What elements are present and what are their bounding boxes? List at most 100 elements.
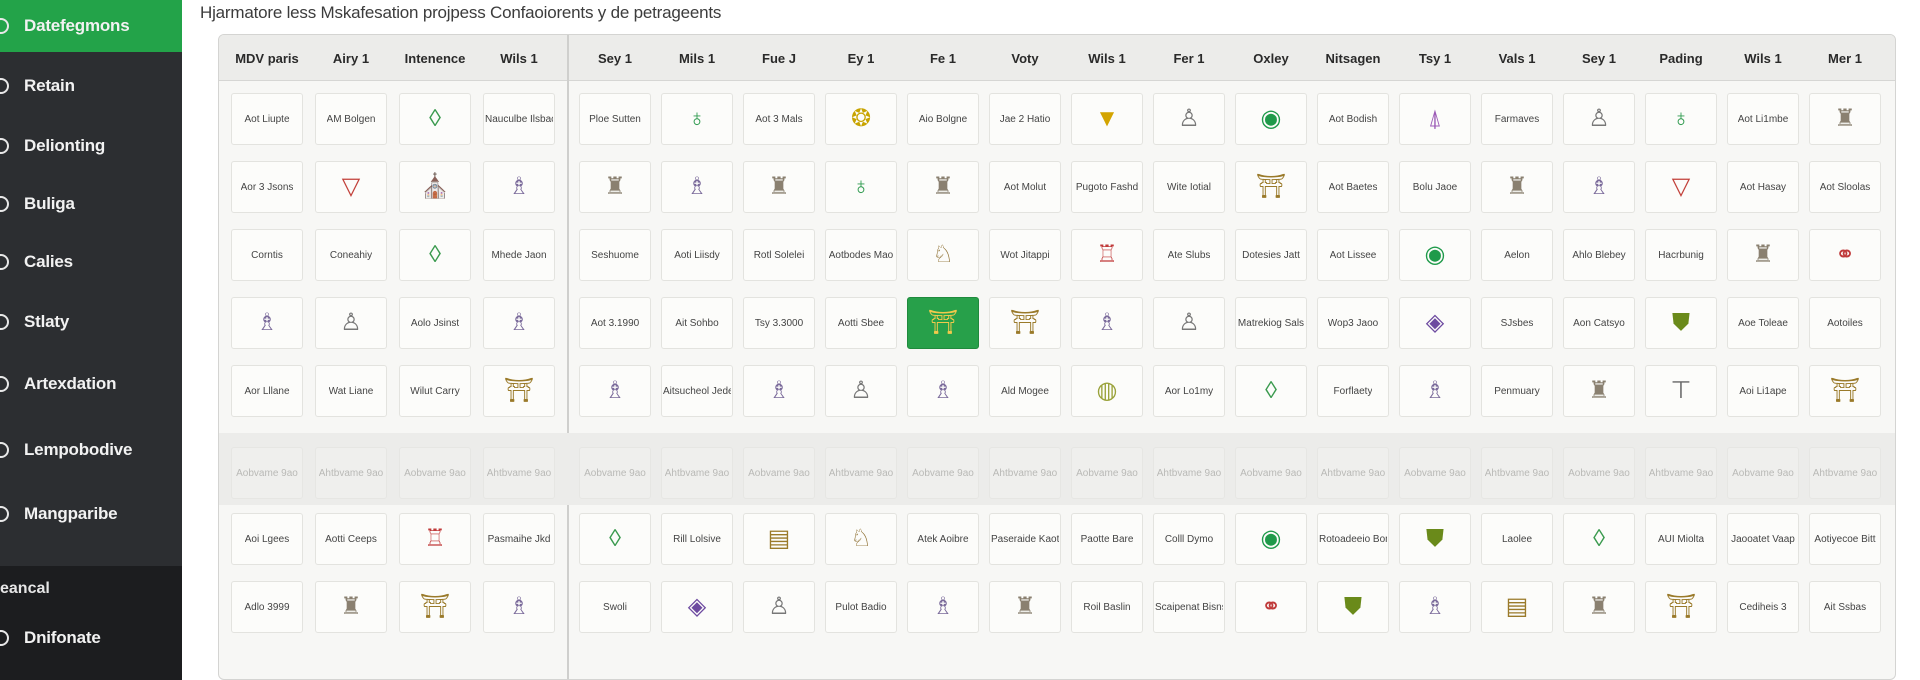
grid-cell[interactable]: Aotiyecoe Bitt xyxy=(1809,513,1881,565)
grid-cell[interactable]: ♗ xyxy=(1399,365,1471,417)
grid-cell[interactable]: ◉ xyxy=(1235,93,1307,145)
grid-cell[interactable]: ♗ xyxy=(579,365,651,417)
grid-cell[interactable]: Aot Sloolas xyxy=(1809,161,1881,213)
grid-cell[interactable]: Aobvame 9ao xyxy=(1071,447,1143,499)
column-header[interactable]: MDV paris xyxy=(225,35,309,81)
grid-cell[interactable]: Swoli xyxy=(579,581,651,633)
grid-cell[interactable]: Ahtbvame 9ao xyxy=(825,447,897,499)
grid-cell[interactable]: Ait Sohbo xyxy=(661,297,733,349)
grid-cell[interactable]: ⚭ xyxy=(1809,229,1881,281)
sidebar-item-delionting[interactable]: Delionting xyxy=(0,126,182,166)
grid-cell[interactable]: ⛩ xyxy=(1235,161,1307,213)
grid-cell[interactable]: ♗ xyxy=(743,365,815,417)
column-header[interactable]: Wils 1 xyxy=(477,35,561,81)
grid-cell[interactable]: Dotesies Jatt xyxy=(1235,229,1307,281)
grid-cell[interactable]: Aoti Liisdy xyxy=(661,229,733,281)
grid-cell[interactable]: Mhede Jaon xyxy=(483,229,555,281)
grid-cell[interactable]: Aelon xyxy=(1481,229,1553,281)
grid-cell[interactable]: Jae 2 Hatio xyxy=(989,93,1061,145)
grid-cell[interactable]: ◉ xyxy=(1399,229,1471,281)
grid-cell[interactable]: AM Bolgen xyxy=(315,93,387,145)
column-header[interactable]: Sey 1 xyxy=(573,35,657,81)
grid-cell[interactable]: ❂ xyxy=(825,93,897,145)
grid-cell[interactable]: Adlo 3999 xyxy=(231,581,303,633)
grid-cell[interactable]: Aot Bodish xyxy=(1317,93,1389,145)
grid-cell[interactable]: ⛪ xyxy=(399,161,471,213)
grid-cell[interactable]: ◊ xyxy=(399,229,471,281)
grid-cell[interactable]: ♁ xyxy=(661,93,733,145)
grid-cell[interactable]: ⛩ xyxy=(989,297,1061,349)
grid-cell[interactable]: ♗ xyxy=(483,297,555,349)
grid-cell[interactable]: ◊ xyxy=(1563,513,1635,565)
grid-cell[interactable]: ♜ xyxy=(579,161,651,213)
grid-cell[interactable]: ♜ xyxy=(989,581,1061,633)
grid-cell[interactable]: Aoe Toleae xyxy=(1727,297,1799,349)
grid-cell[interactable]: Ahtbvame 9ao xyxy=(1153,447,1225,499)
grid-cell[interactable]: Aitsucheol Jeder xyxy=(661,365,733,417)
grid-cell[interactable]: Rotl Solelei xyxy=(743,229,815,281)
sidebar-item-retain[interactable]: Retain xyxy=(0,66,182,106)
grid-cell[interactable]: Nauculbe Ilsbac xyxy=(483,93,555,145)
grid-cell[interactable]: ♗ xyxy=(1563,161,1635,213)
grid-cell[interactable]: Ahtbvame 9ao xyxy=(1317,447,1389,499)
grid-cell[interactable]: ⊤ xyxy=(1645,365,1717,417)
grid-cell[interactable]: ♁ xyxy=(825,161,897,213)
grid-cell[interactable]: Cediheis 3 xyxy=(1727,581,1799,633)
grid-cell[interactable]: Rill Lolsive xyxy=(661,513,733,565)
grid-cell[interactable]: Aobvame 9ao xyxy=(1235,447,1307,499)
grid-cell[interactable]: ▽ xyxy=(315,161,387,213)
grid-cell[interactable]: ♜ xyxy=(1727,229,1799,281)
grid-cell[interactable]: Matrekiog Sals xyxy=(1235,297,1307,349)
grid-cell[interactable]: Aor 3 Jsons xyxy=(231,161,303,213)
grid-cell[interactable]: ▤ xyxy=(743,513,815,565)
grid-cell[interactable]: Pugoto Fashd xyxy=(1071,161,1143,213)
sidebar-item-stlaty[interactable]: Stlaty xyxy=(0,302,182,342)
grid-cell[interactable]: Aoi Li1ape xyxy=(1727,365,1799,417)
column-header[interactable]: Wils 1 xyxy=(1065,35,1149,81)
sidebar-item-artexdation[interactable]: Artexdation xyxy=(0,364,182,404)
grid-cell[interactable]: ♁ xyxy=(1645,93,1717,145)
grid-cell[interactable]: ♜ xyxy=(1481,161,1553,213)
grid-cell[interactable]: Aot Hasay xyxy=(1727,161,1799,213)
grid-cell[interactable]: ◊ xyxy=(1235,365,1307,417)
grid-cell[interactable]: Corntis xyxy=(231,229,303,281)
column-header[interactable]: Wils 1 xyxy=(1721,35,1805,81)
grid-cell[interactable]: Paseraide Kaot xyxy=(989,513,1061,565)
grid-cell[interactable]: ♜ xyxy=(1809,93,1881,145)
grid-cell[interactable]: ♙ xyxy=(315,297,387,349)
grid-cell[interactable]: Atek Aoibre xyxy=(907,513,979,565)
grid-cell[interactable]: Ahtbvame 9ao xyxy=(1809,447,1881,499)
grid-cell[interactable]: Aot Li1mbe xyxy=(1727,93,1799,145)
column-header[interactable]: Nitsagen xyxy=(1311,35,1395,81)
grid-cell[interactable]: Ahtbvame 9ao xyxy=(661,447,733,499)
grid-cell[interactable]: Paotte Bare xyxy=(1071,513,1143,565)
grid-cell[interactable]: Wat Liane xyxy=(315,365,387,417)
column-header[interactable]: Airy 1 xyxy=(309,35,393,81)
grid-cell[interactable]: Ahlo Blebey xyxy=(1563,229,1635,281)
grid-cell[interactable]: Laolee xyxy=(1481,513,1553,565)
grid-cell[interactable]: ♗ xyxy=(483,161,555,213)
grid-cell[interactable]: Aobvame 9ao xyxy=(1727,447,1799,499)
grid-cell[interactable]: ♘ xyxy=(825,513,897,565)
grid-cell[interactable]: Scaipenat Bisns xyxy=(1153,581,1225,633)
column-header[interactable]: Voty xyxy=(983,35,1067,81)
grid-cell[interactable]: Aoi Lgees xyxy=(231,513,303,565)
grid-cell[interactable]: ♗ xyxy=(661,161,733,213)
column-divider[interactable] xyxy=(567,35,569,679)
grid-cell[interactable]: Tsy 3.3000 xyxy=(743,297,815,349)
sidebar-item-datefegmons[interactable]: Datefegmons xyxy=(0,6,182,46)
grid-cell[interactable]: ⛩ xyxy=(907,297,979,349)
grid-cell[interactable]: Aobvame 9ao xyxy=(231,447,303,499)
grid-cell[interactable]: ⚭ xyxy=(1235,581,1307,633)
column-header[interactable]: Sey 1 xyxy=(1557,35,1641,81)
grid-cell[interactable]: Bolu Jaoe xyxy=(1399,161,1471,213)
sidebar-item-buliga[interactable]: Buliga xyxy=(0,184,182,224)
grid-cell[interactable]: Aot 3.1990 xyxy=(579,297,651,349)
grid-cell[interactable]: Aobvame 9ao xyxy=(1399,447,1471,499)
grid-cell[interactable]: Jaooatet Vaap xyxy=(1727,513,1799,565)
grid-cell[interactable]: ♙ xyxy=(1153,297,1225,349)
sidebar-item-lempobodive[interactable]: Lempobodive xyxy=(0,430,182,470)
grid-cell[interactable]: ♙ xyxy=(743,581,815,633)
grid-cell[interactable]: AUI Miolta xyxy=(1645,513,1717,565)
grid-cell[interactable]: Penmuary xyxy=(1481,365,1553,417)
